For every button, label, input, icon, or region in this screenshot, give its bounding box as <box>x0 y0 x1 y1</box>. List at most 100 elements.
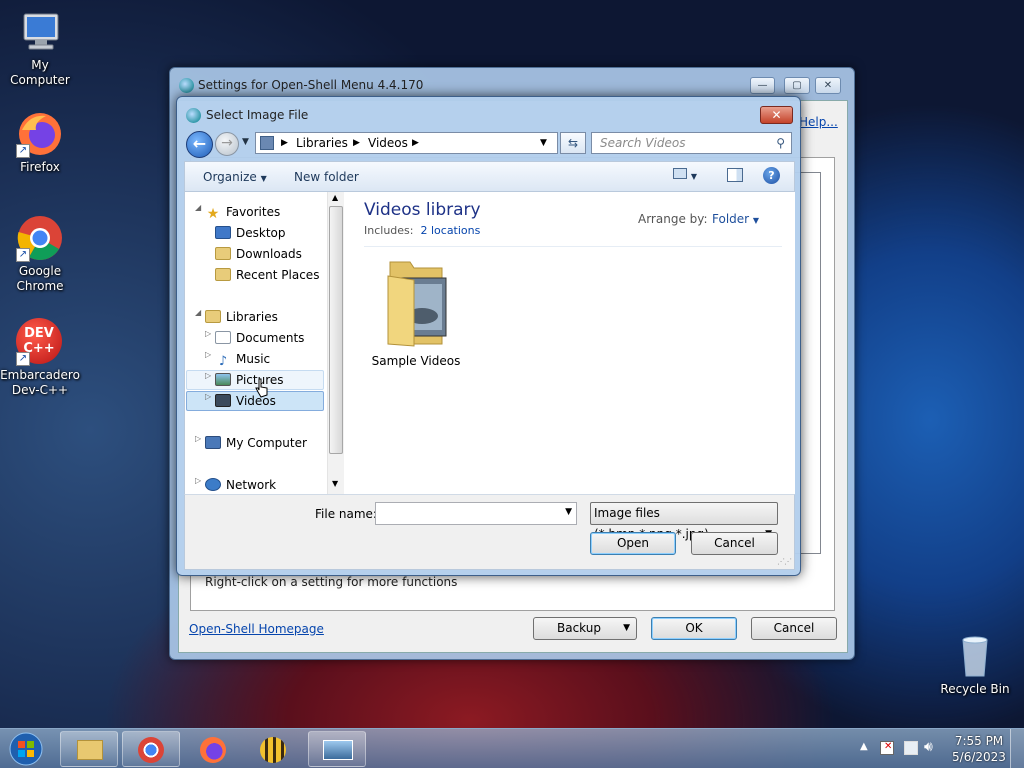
system-tray: ▲ ✕ 🔊︎ 7:55 PM 5/6/2023 <box>834 729 1024 768</box>
nav-scrollbar[interactable]: ▲ ▼ <box>327 192 344 494</box>
scroll-up-icon[interactable]: ▲ <box>332 193 338 202</box>
chevron-down-icon[interactable]: ▼ <box>565 507 572 517</box>
file-type-select[interactable]: Image files (*.bmp,*.png,*.jpg) ▼ <box>590 502 778 541</box>
breadcrumb-videos[interactable]: Videos <box>368 133 408 153</box>
nav-item-music[interactable]: ♪ Music <box>215 349 270 369</box>
homepage-link[interactable]: Open-Shell Homepage <box>189 622 324 636</box>
start-button[interactable] <box>4 731 48 767</box>
dialog-app-icon <box>186 108 201 123</box>
select-image-dialog: Select Image File ✕ ← → ▼ ▶ Libraries ▶ … <box>176 96 801 576</box>
taskbar-devcpp-app[interactable] <box>244 731 302 767</box>
cancel-button[interactable]: Cancel <box>691 532 778 555</box>
collapsed-triangle-icon[interactable]: ▷ <box>205 329 211 338</box>
taskbar-chrome[interactable] <box>122 731 180 767</box>
organize-button[interactable]: Organize ▼ <box>203 170 267 184</box>
nav-label: Documents <box>236 331 305 345</box>
minimize-button[interactable]: — <box>750 77 775 94</box>
show-desktop-button[interactable] <box>1010 729 1024 768</box>
back-arrow-icon[interactable]: ← <box>186 131 213 158</box>
chrome-icon <box>138 737 164 763</box>
open-button[interactable]: Open <box>590 532 676 555</box>
desktop-icon-chrome[interactable]: ↗ Google Chrome <box>0 214 80 294</box>
nav-label: Recent Places <box>236 268 320 282</box>
firefox-icon: ↗ <box>16 110 64 158</box>
nav-item-recent-places[interactable]: Recent Places <box>215 265 319 285</box>
nav-item-my-computer[interactable]: My Computer <box>205 433 307 453</box>
new-folder-button[interactable]: New folder <box>294 170 359 184</box>
pictures-icon <box>215 373 231 386</box>
documents-icon <box>215 331 231 344</box>
folder-item[interactable]: Sample Videos <box>368 256 464 368</box>
refresh-icon[interactable]: ⇆ <box>560 132 586 154</box>
volume-icon[interactable]: 🔊︎ <box>924 739 933 755</box>
desktop-icon-label: Recycle Bin <box>940 682 1010 696</box>
taskbar-explorer[interactable] <box>60 731 118 767</box>
resize-grip-icon[interactable]: ⋰⋰ <box>777 557 792 566</box>
network-status-icon[interactable] <box>904 741 918 755</box>
library-icon <box>260 136 274 150</box>
nav-item-documents[interactable]: Documents <box>215 328 304 348</box>
close-button[interactable]: ✕ <box>760 106 793 124</box>
recent-pages-chevron-icon[interactable]: ▼ <box>242 137 249 147</box>
file-name-label: File name: <box>315 507 377 521</box>
nav-item-favorites[interactable]: ★ Favorites <box>205 202 281 222</box>
arrange-by-dropdown[interactable]: Folder ▼ <box>712 212 759 226</box>
clock-date: 5/6/2023 <box>952 750 1006 764</box>
file-name-input[interactable]: ▼ <box>375 502 577 525</box>
help-link[interactable]: Help... <box>799 115 838 129</box>
search-icon: ⚲ <box>776 136 785 150</box>
navigation-pane: ◢ ★ Favorites Desktop Downloads Recent Pl… <box>185 192 325 494</box>
collapsed-triangle-icon[interactable]: ▷ <box>205 392 211 401</box>
ok-button[interactable]: OK <box>651 617 737 640</box>
taskbar-firefox[interactable] <box>184 731 242 767</box>
locations-link[interactable]: 2 locations <box>420 224 480 237</box>
breadcrumb-libraries[interactable]: Libraries <box>296 133 348 153</box>
address-history-chevron-icon[interactable]: ▼ <box>540 133 547 153</box>
view-options-icon[interactable]: ▼ <box>673 168 697 182</box>
help-icon[interactable]: ? <box>763 167 780 184</box>
scrollbar-thumb[interactable] <box>329 206 343 454</box>
action-center-icon[interactable]: ✕ <box>880 741 894 755</box>
cancel-button[interactable]: Cancel <box>751 617 837 640</box>
maximize-button[interactable]: ▢ <box>784 77 810 94</box>
nav-item-pictures[interactable]: Pictures <box>215 370 284 390</box>
nav-item-network[interactable]: Network <box>205 475 276 494</box>
star-icon: ★ <box>206 206 220 222</box>
scroll-down-icon[interactable]: ▼ <box>332 479 338 488</box>
folder-name: Sample Videos <box>371 354 461 368</box>
libraries-icon <box>205 310 221 323</box>
nav-item-desktop[interactable]: Desktop <box>215 223 286 243</box>
backup-button[interactable]: Backup ▼ <box>533 617 637 640</box>
desktop-icon-recycle-bin[interactable]: Recycle Bin <box>935 632 1015 697</box>
library-title: Videos library <box>364 200 481 220</box>
nav-item-downloads[interactable]: Downloads <box>215 244 302 264</box>
show-hidden-icons-icon[interactable]: ▲ <box>860 741 868 752</box>
expanded-triangle-icon[interactable]: ◢ <box>195 203 201 212</box>
videos-icon <box>215 394 231 407</box>
preview-pane-icon[interactable] <box>727 168 743 182</box>
desktop-icon-devcpp[interactable]: DEV C++ ↗ Embarcadero Dev-C++ <box>0 318 80 398</box>
clock[interactable]: 7:55 PM 5/6/2023 <box>944 733 1014 765</box>
nav-label: Libraries <box>226 310 278 324</box>
nav-item-libraries[interactable]: Libraries <box>205 307 278 327</box>
collapsed-triangle-icon[interactable]: ▷ <box>195 476 201 485</box>
arrange-by-value: Folder <box>712 212 750 226</box>
collapsed-triangle-icon[interactable]: ▷ <box>195 434 201 443</box>
forward-arrow-icon[interactable]: → <box>215 132 239 156</box>
close-button[interactable]: ✕ <box>815 77 841 94</box>
nav-label: Desktop <box>236 226 286 240</box>
open-label: Open <box>616 536 650 550</box>
taskbar-open-shell-settings[interactable] <box>308 731 366 767</box>
desktop-icon-firefox[interactable]: ↗ Firefox <box>0 110 80 175</box>
search-input[interactable]: Search Videos ⚲ <box>591 132 792 154</box>
collapsed-triangle-icon[interactable]: ▷ <box>205 350 211 359</box>
recycle-bin-icon <box>951 632 999 680</box>
expanded-triangle-icon[interactable]: ◢ <box>195 308 201 317</box>
nav-label: Favorites <box>226 205 281 219</box>
desktop-icon-my-computer[interactable]: My Computer <box>0 8 80 88</box>
collapsed-triangle-icon[interactable]: ▷ <box>205 371 211 380</box>
address-bar[interactable]: ▶ Libraries ▶ Videos ▶ ▼ <box>255 132 558 154</box>
taskbar: ▲ ✕ 🔊︎ 7:55 PM 5/6/2023 <box>0 728 1024 768</box>
file-name-area: File name: ▼ Image files (*.bmp,*.png,*.… <box>184 494 795 570</box>
chevron-down-icon: ▼ <box>260 174 267 183</box>
